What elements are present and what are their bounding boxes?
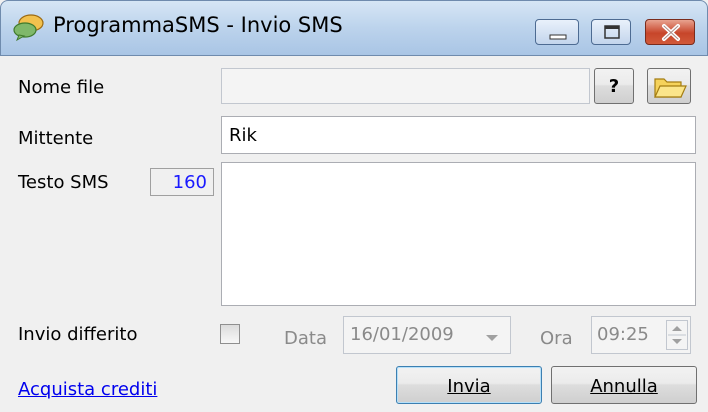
sender-input[interactable]: Rik xyxy=(221,116,696,154)
character-counter-value: 160 xyxy=(172,172,207,193)
window-title: ProgrammaSMS - Invio SMS xyxy=(53,13,343,37)
browse-button[interactable] xyxy=(647,68,691,104)
chevron-down-icon xyxy=(486,335,498,341)
help-button[interactable]: ? xyxy=(594,68,634,104)
folder-open-icon xyxy=(654,78,687,98)
help-button-label: ? xyxy=(608,76,620,97)
date-picker[interactable]: 16/01/2009 xyxy=(343,316,511,354)
minimize-button[interactable] xyxy=(535,19,579,45)
maximize-icon xyxy=(604,25,620,39)
sms-window: ProgrammaSMS - Invio SMS Nome file ? Mit… xyxy=(0,0,708,412)
minimize-icon xyxy=(549,34,567,40)
date-picker-value: 16/01/2009 xyxy=(350,324,454,345)
deferred-checkbox[interactable] xyxy=(220,324,240,344)
sms-text-area[interactable] xyxy=(221,162,696,306)
maximize-button[interactable] xyxy=(591,19,631,45)
sender-input-value: Rik xyxy=(229,125,257,146)
date-label: Data xyxy=(284,328,327,349)
file-label: Nome file xyxy=(18,77,105,98)
close-button[interactable] xyxy=(645,19,695,45)
cancel-button-label: Annulla xyxy=(590,376,658,397)
close-icon xyxy=(662,24,680,41)
up-down-arrows-icon xyxy=(668,326,686,344)
time-picker-value: 09:25 xyxy=(597,324,649,345)
deferred-label: Invio differito xyxy=(18,324,138,345)
time-label: Ora xyxy=(540,328,573,349)
title-bar[interactable]: ProgrammaSMS - Invio SMS xyxy=(0,0,708,56)
sender-label: Mittente xyxy=(18,128,94,149)
file-field[interactable] xyxy=(221,68,590,104)
sms-text-label: Testo SMS xyxy=(18,172,109,193)
send-button-label: Invia xyxy=(447,376,491,397)
buy-credits-link[interactable]: Acquista crediti xyxy=(18,379,157,400)
cancel-button[interactable]: Annulla xyxy=(551,366,697,404)
time-picker[interactable]: 09:25 xyxy=(591,316,691,354)
form-area: Nome file ? Mittente Rik Testo SMS 160 I… xyxy=(6,56,702,406)
character-counter: 160 xyxy=(150,168,214,196)
time-spinner[interactable] xyxy=(666,320,688,350)
chat-bubbles-icon xyxy=(13,14,44,41)
send-button[interactable]: Invia xyxy=(396,366,542,404)
